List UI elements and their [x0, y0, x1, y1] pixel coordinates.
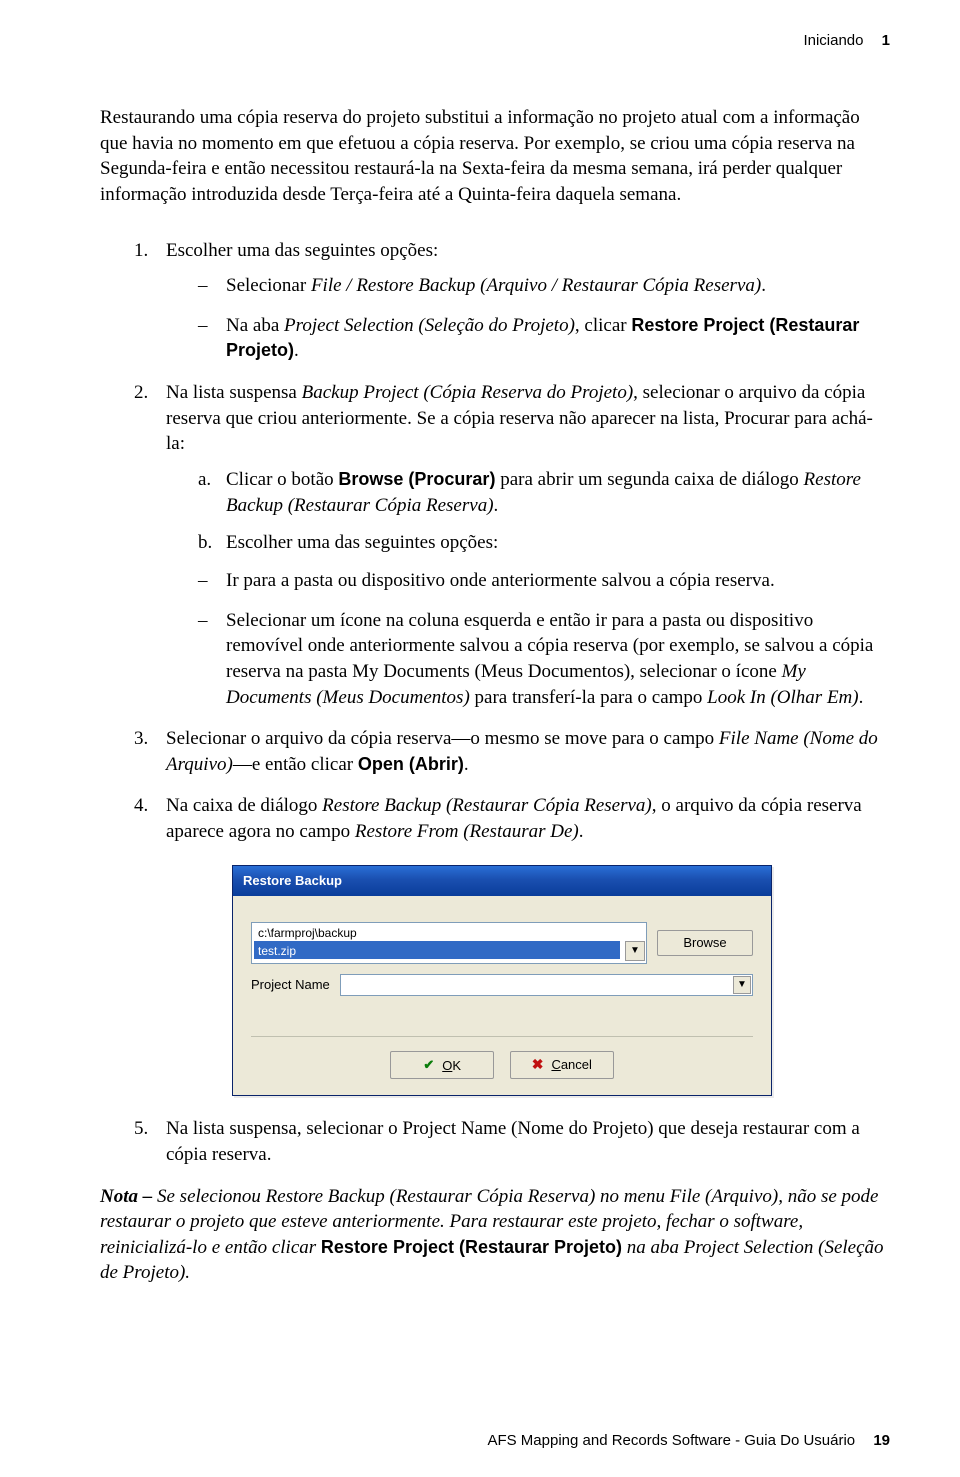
- intro-paragraph: Restaurando uma cópia reserva do projeto…: [100, 105, 890, 208]
- backup-selected-file: test.zip: [254, 941, 620, 959]
- page-footer: AFS Mapping and Records Software - Guia …: [487, 1432, 890, 1449]
- step-5: 5. Na lista suspensa, selecionar o Proje…: [134, 1116, 890, 1167]
- step-marker: 5.: [134, 1116, 148, 1142]
- backup-path: c:\farmproj\backup: [258, 925, 357, 941]
- step-marker: 4.: [134, 793, 148, 819]
- step-marker: 1.: [134, 238, 148, 264]
- substep-b: b. Escolher uma das seguintes opções:: [198, 530, 890, 556]
- step-4: 4. Na caixa de diálogo Restore Backup (R…: [134, 793, 890, 1096]
- chevron-down-icon[interactable]: ▼: [625, 941, 645, 961]
- cancel-button[interactable]: ✖ Cancel: [510, 1051, 614, 1079]
- step-marker: 3.: [134, 726, 148, 752]
- step-marker: 2.: [134, 380, 148, 406]
- project-name-combo[interactable]: ▼: [340, 974, 753, 996]
- list-item: Selecionar File / Restore Backup (Arquiv…: [198, 273, 890, 299]
- list-item: Ir para a pasta ou dispositivo onde ante…: [198, 568, 890, 594]
- note-paragraph: Nota – Se selecionou Restore Backup (Res…: [100, 1184, 890, 1287]
- chevron-down-icon[interactable]: ▼: [733, 976, 751, 994]
- list-item: Selecionar um ícone na coluna esquerda e…: [198, 608, 890, 711]
- restore-backup-dialog: Restore Backup c:\farmproj\backup test.z…: [232, 865, 772, 1097]
- step-3: 3. Selecionar o arquivo da cópia reserva…: [134, 726, 890, 777]
- separator: [251, 1036, 753, 1037]
- substep-a: a. Clicar o botão Browse (Procurar) para…: [198, 467, 890, 518]
- step-1: 1. Escolher uma das seguintes opções: Se…: [134, 238, 890, 365]
- list-item: Na aba Project Selection (Seleção do Pro…: [198, 313, 890, 364]
- project-name-label: Project Name: [251, 976, 330, 994]
- ok-button[interactable]: ✔ OK: [390, 1051, 494, 1079]
- backup-file-combo[interactable]: c:\farmproj\backup test.zip ▼: [251, 922, 647, 964]
- footer-title: AFS Mapping and Records Software - Guia …: [487, 1432, 855, 1449]
- check-icon: ✔: [423, 1057, 434, 1073]
- browse-button[interactable]: Browse: [657, 930, 753, 956]
- chapter-number: 1: [882, 32, 890, 49]
- section-title: Iniciando: [803, 32, 863, 49]
- step-2: 2. Na lista suspensa Backup Project (Cóp…: [134, 380, 890, 710]
- step-text: Na lista suspensa, selecionar o Project …: [166, 1118, 860, 1165]
- close-icon: ✖: [532, 1056, 544, 1073]
- dialog-titlebar: Restore Backup: [233, 866, 771, 896]
- step-text: Escolher uma das seguintes opções:: [166, 240, 438, 261]
- page-number: 19: [873, 1432, 890, 1449]
- page-header: Iniciando 1: [100, 32, 890, 49]
